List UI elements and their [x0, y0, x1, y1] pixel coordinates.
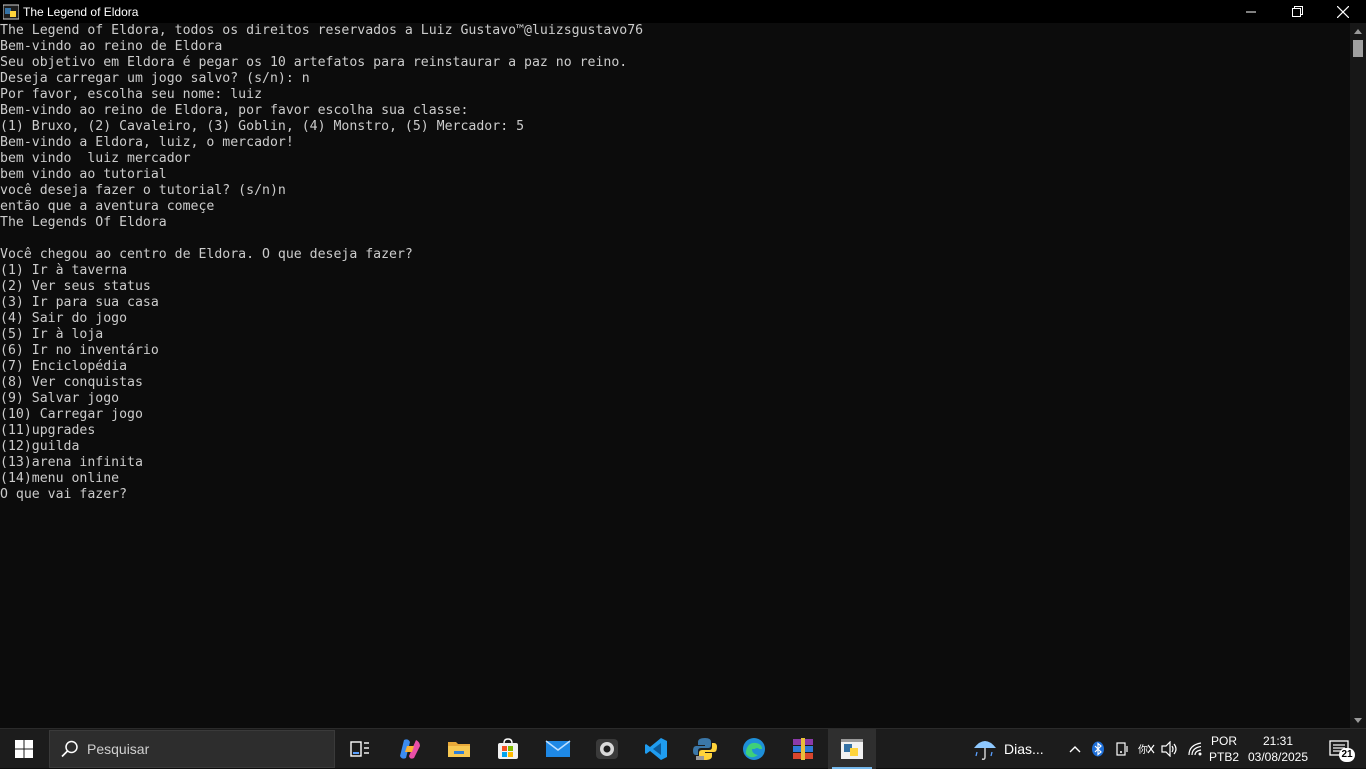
console-line: (1) Ir à taverna: [0, 263, 128, 278]
bluetooth-icon[interactable]: [1089, 729, 1107, 769]
console-line: bem vindo luiz mercador: [0, 151, 191, 166]
console-line: O que vai fazer?: [0, 487, 128, 502]
title-bar[interactable]: The Legend of Eldora: [0, 0, 1366, 23]
minimize-button[interactable]: [1228, 0, 1274, 23]
keyboard-layout: PTB2: [1208, 750, 1239, 764]
console-line: Bem-vindo a Eldora, luiz, o mercador!: [0, 135, 294, 150]
chevron-up-icon[interactable]: [1066, 729, 1084, 769]
console-line: Bem-vindo ao reino de Eldora, por favor …: [0, 103, 469, 118]
vscode-icon[interactable]: [632, 729, 680, 769]
console-line: (12)guilda: [0, 439, 80, 454]
language-code: POR: [1210, 734, 1237, 748]
svg-text:你: 你: [1138, 743, 1148, 756]
scroll-up-arrow-icon[interactable]: [1350, 23, 1366, 39]
console-line: (1) Bruxo, (2) Cavaleiro, (3) Goblin, (4…: [0, 119, 525, 134]
console-line: Seu objetivo em Eldora é pegar os 10 art…: [0, 55, 628, 70]
console-output[interactable]: The Legend of Eldora, todos os direitos …: [0, 23, 1350, 728]
webcam-icon[interactable]: [583, 729, 631, 769]
window-title: The Legend of Eldora: [23, 4, 139, 19]
input-language-indicator[interactable]: POR PTB2: [1207, 733, 1241, 765]
console-line: bem vindo ao tutorial: [0, 167, 167, 182]
copilot-icon[interactable]: [386, 729, 434, 769]
winrar-icon[interactable]: [779, 729, 827, 769]
console-line: (10) Carregar jogo: [0, 407, 143, 422]
vertical-scrollbar[interactable]: [1350, 23, 1366, 728]
console-python-icon[interactable]: [828, 729, 876, 769]
console-python-icon: [3, 4, 19, 20]
console-line: Bem-vindo ao reino de Eldora: [0, 39, 223, 54]
console-line: (3) Ir para sua casa: [0, 295, 159, 310]
system-clock[interactable]: 21:31 03/08/2025: [1244, 733, 1312, 765]
device-icon[interactable]: [1113, 729, 1131, 769]
scroll-down-arrow-icon[interactable]: [1350, 712, 1366, 728]
console-line: The Legends Of Eldora: [0, 215, 167, 230]
restore-button[interactable]: [1274, 0, 1320, 23]
edge-icon[interactable]: [730, 729, 778, 769]
console-line: então que a aventura começe: [0, 199, 215, 214]
console-line: (14)menu online: [0, 471, 120, 486]
search-icon: [61, 740, 78, 758]
console-line: The Legend of Eldora, todos os direitos …: [0, 23, 644, 38]
umbrella-rain-icon: [974, 741, 996, 760]
file-explorer-icon[interactable]: [435, 729, 483, 769]
console-line: Deseja carregar um jogo salvo? (s/n): n: [0, 71, 310, 86]
console-line: (11)upgrades: [0, 423, 96, 438]
console-line: (6) Ir no inventário: [0, 343, 159, 358]
windows-logo-icon: [15, 740, 33, 758]
start-button[interactable]: [0, 729, 48, 769]
console-line: (7) Enciclopédia: [0, 359, 128, 374]
console-line: Por favor, escolha seu nome: luiz: [0, 87, 263, 102]
keyboard-language-icon[interactable]: 你: [1136, 729, 1156, 769]
weather-text: Dias...: [1004, 741, 1044, 757]
close-button[interactable]: [1320, 0, 1366, 23]
notification-center-button[interactable]: 21: [1318, 729, 1360, 769]
console-line: Você chegou ao centro de Eldora. O que d…: [0, 247, 413, 262]
volume-icon[interactable]: [1160, 729, 1180, 769]
microsoft-store-icon[interactable]: [484, 729, 532, 769]
mail-icon[interactable]: [534, 729, 582, 769]
console-line: (8) Ver conquistas: [0, 375, 143, 390]
console-line: você deseja fazer o tutorial? (s/n)n: [0, 183, 286, 198]
task-view-icon[interactable]: [336, 729, 384, 769]
scrollbar-thumb[interactable]: [1353, 40, 1363, 57]
wifi-icon[interactable]: [1186, 729, 1206, 769]
console-line: (2) Ver seus status: [0, 279, 151, 294]
console-line: (13)arena infinita: [0, 455, 143, 470]
python-icon[interactable]: [681, 729, 729, 769]
clock-date: 03/08/2025: [1247, 750, 1309, 764]
notification-count-badge: 21: [1339, 748, 1355, 762]
taskbar-search-box[interactable]: Pesquisar: [49, 730, 335, 768]
weather-widget[interactable]: Dias...: [972, 729, 1044, 769]
console-line: (5) Ir à loja: [0, 327, 104, 342]
console-line: (9) Salvar jogo: [0, 391, 120, 406]
search-placeholder: Pesquisar: [87, 741, 150, 757]
clock-time: 21:31: [1262, 734, 1294, 748]
console-line: (4) Sair do jogo: [0, 311, 128, 326]
taskbar: Pesquisar Dias... 你 POR PTB2 21:31 03/08…: [0, 728, 1366, 769]
